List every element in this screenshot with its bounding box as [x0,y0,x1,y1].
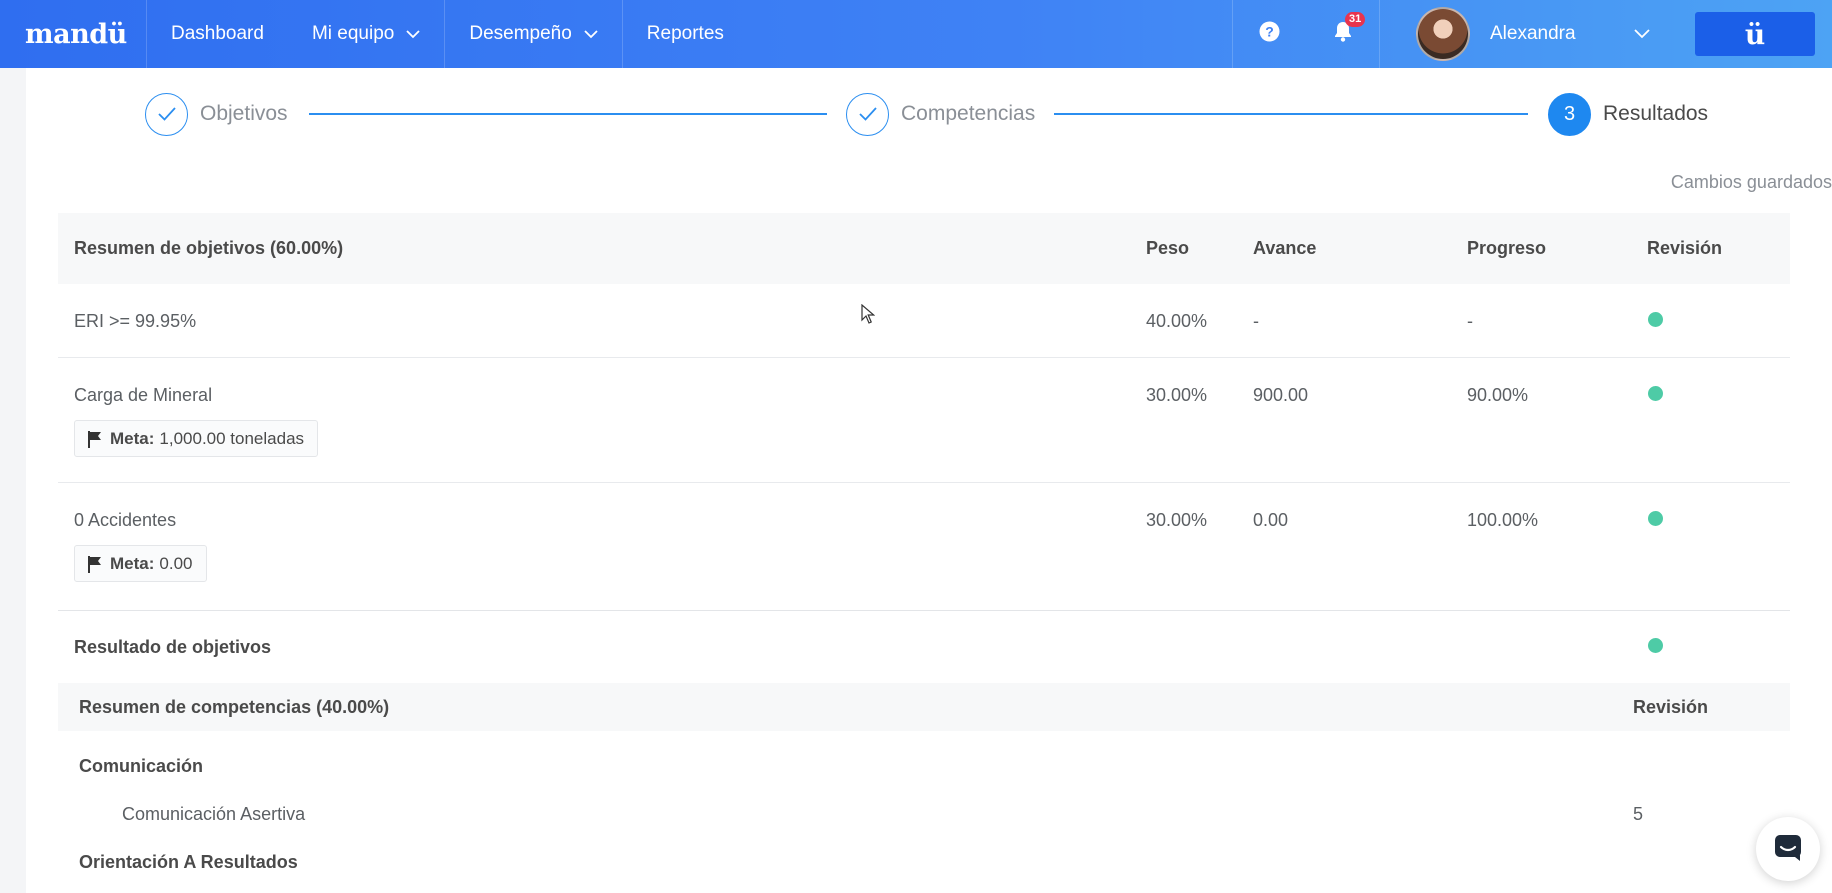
user-menu[interactable]: Alexandra [1380,0,1695,68]
nav-desempeno-label: Desempeño [469,23,572,44]
objective-peso: 30.00% [1146,385,1208,405]
revision-cell [1647,637,1790,658]
step-number: 3 [1548,92,1591,136]
notifications-button[interactable]: 31 [1306,0,1379,68]
column-header-name: Resumen de objetivos (60.00%) [74,238,344,258]
column-header-revision: Revisión [1633,696,1709,717]
chevron-down-icon [406,29,420,39]
competency-group: Comunicación [79,755,204,776]
objective-name-cell: Carga de Mineral Meta: 1,000.00 tonelada… [58,358,1146,482]
objective-progreso: 90.00% [1467,385,1529,405]
step-label: Resultados [1603,102,1709,125]
objective-peso: 40.00% [1146,311,1208,331]
svg-text:?: ? [1265,24,1274,40]
top-navbar: mandü Dashboard Mi equipo Desempeño Repo… [0,0,1832,68]
competency-group: Orientación A Resultados [79,851,298,872]
step-connector [1054,113,1528,115]
objective-name: ERI >= 99.95% [74,311,197,331]
nav-desempeno[interactable]: Desempeño [445,0,621,68]
check-icon [145,92,188,136]
chat-launcher-button[interactable] [1756,817,1820,881]
goal-badge: Meta: 1,000.00 toneladas [74,420,319,457]
column-header-avance: Avance [1253,238,1317,258]
table-header: Resumen de objetivos (60.00%) Peso Avanc… [58,213,1790,284]
step-objetivos[interactable]: Objetivos [145,92,288,136]
status-dot [1648,511,1663,526]
user-name: Alexandra [1490,23,1576,44]
nav-mi-equipo-label: Mi equipo [311,23,395,44]
objective-avance: - [1253,311,1259,331]
nav-reportes[interactable]: Reportes [623,0,748,68]
step-label: Competencias [901,102,1036,125]
objective-progreso: - [1467,311,1473,331]
check-icon [846,92,889,136]
nav-reportes-label: Reportes [646,23,724,44]
objectives-table: Resumen de objetivos (60.00%) Peso Avanc… [58,213,1790,886]
table-row[interactable]: Carga de Mineral Meta: 1,000.00 tonelada… [58,358,1790,483]
step-competencias[interactable]: Competencias [846,92,1035,136]
nav-right-group: ? 31 Alexandra ü [1232,0,1832,68]
column-header-progreso: Progreso [1467,238,1547,258]
logo[interactable]: mandü [0,19,146,50]
step-resultados[interactable]: 3 Resultados [1548,92,1708,136]
goal-value: 1,000.00 toneladas [159,428,305,448]
brand-app-button[interactable]: ü [1695,12,1815,56]
result-label: Resultado de objetivos [74,636,272,657]
goal-label: Meta: [110,428,155,448]
avatar [1416,7,1470,61]
revision-cell [1647,284,1790,357]
revision-cell [1647,483,1790,610]
nav-dashboard-label: Dashboard [171,23,264,44]
chat-icon [1773,833,1803,866]
flag-icon [87,430,103,448]
column-header-peso: Peso [1146,238,1190,258]
step-connector [309,113,827,115]
stepper: Objetivos Competencias 3 Resultados [26,68,1832,158]
status-dot [1648,386,1663,401]
objective-progreso: 100.00% [1467,510,1539,530]
evaluation-card: Objetivos Competencias 3 Resultados Camb… [26,68,1832,893]
competency-item[interactable]: Comunicación Asertiva 5 [58,790,1790,838]
flag-icon [87,555,103,573]
objective-avance: 0.00 [1253,510,1289,530]
objectives-result-row: Resultado de objetivos [58,610,1790,683]
goal-value: 0.00 [159,553,193,573]
save-status: Cambios guardados [1670,172,1832,192]
competency-revision: 5 [1633,803,1644,824]
nav-mi-equipo[interactable]: Mi equipo [288,0,444,68]
table-row[interactable]: ERI >= 99.95% 40.00% - - [58,284,1790,358]
nav-dashboard[interactable]: Dashboard [147,0,288,68]
notification-badge: 31 [1345,12,1366,27]
competency-name: Comunicación Asertiva [122,803,306,824]
chevron-down-icon [1633,29,1650,39]
table-row[interactable]: 0 Accidentes Meta: 0.00 30.00% 0.00 100.… [58,483,1790,610]
objective-avance: 900.00 [1253,385,1309,405]
chevron-down-icon [584,29,598,39]
revision-cell [1647,358,1790,482]
objective-peso: 30.00% [1146,510,1208,530]
competencies-header: Resumen de competencias (40.00%) Revisió… [58,683,1790,731]
objective-name: 0 Accidentes [74,510,177,530]
mouse-cursor-icon [861,303,876,329]
status-dot [1648,637,1663,653]
column-header-revision: Revisión [1647,238,1723,258]
help-button[interactable]: ? [1233,0,1306,68]
help-icon: ? [1259,21,1280,47]
competencies-title: Resumen de competencias (40.00%) [79,696,390,717]
status-dot [1648,312,1663,327]
objective-name-cell: 0 Accidentes Meta: 0.00 [58,483,1146,610]
objective-name: Carga de Mineral [74,385,213,405]
step-label: Objetivos [200,102,288,125]
goal-badge: Meta: 0.00 [74,545,207,582]
goal-label: Meta: [110,553,155,573]
